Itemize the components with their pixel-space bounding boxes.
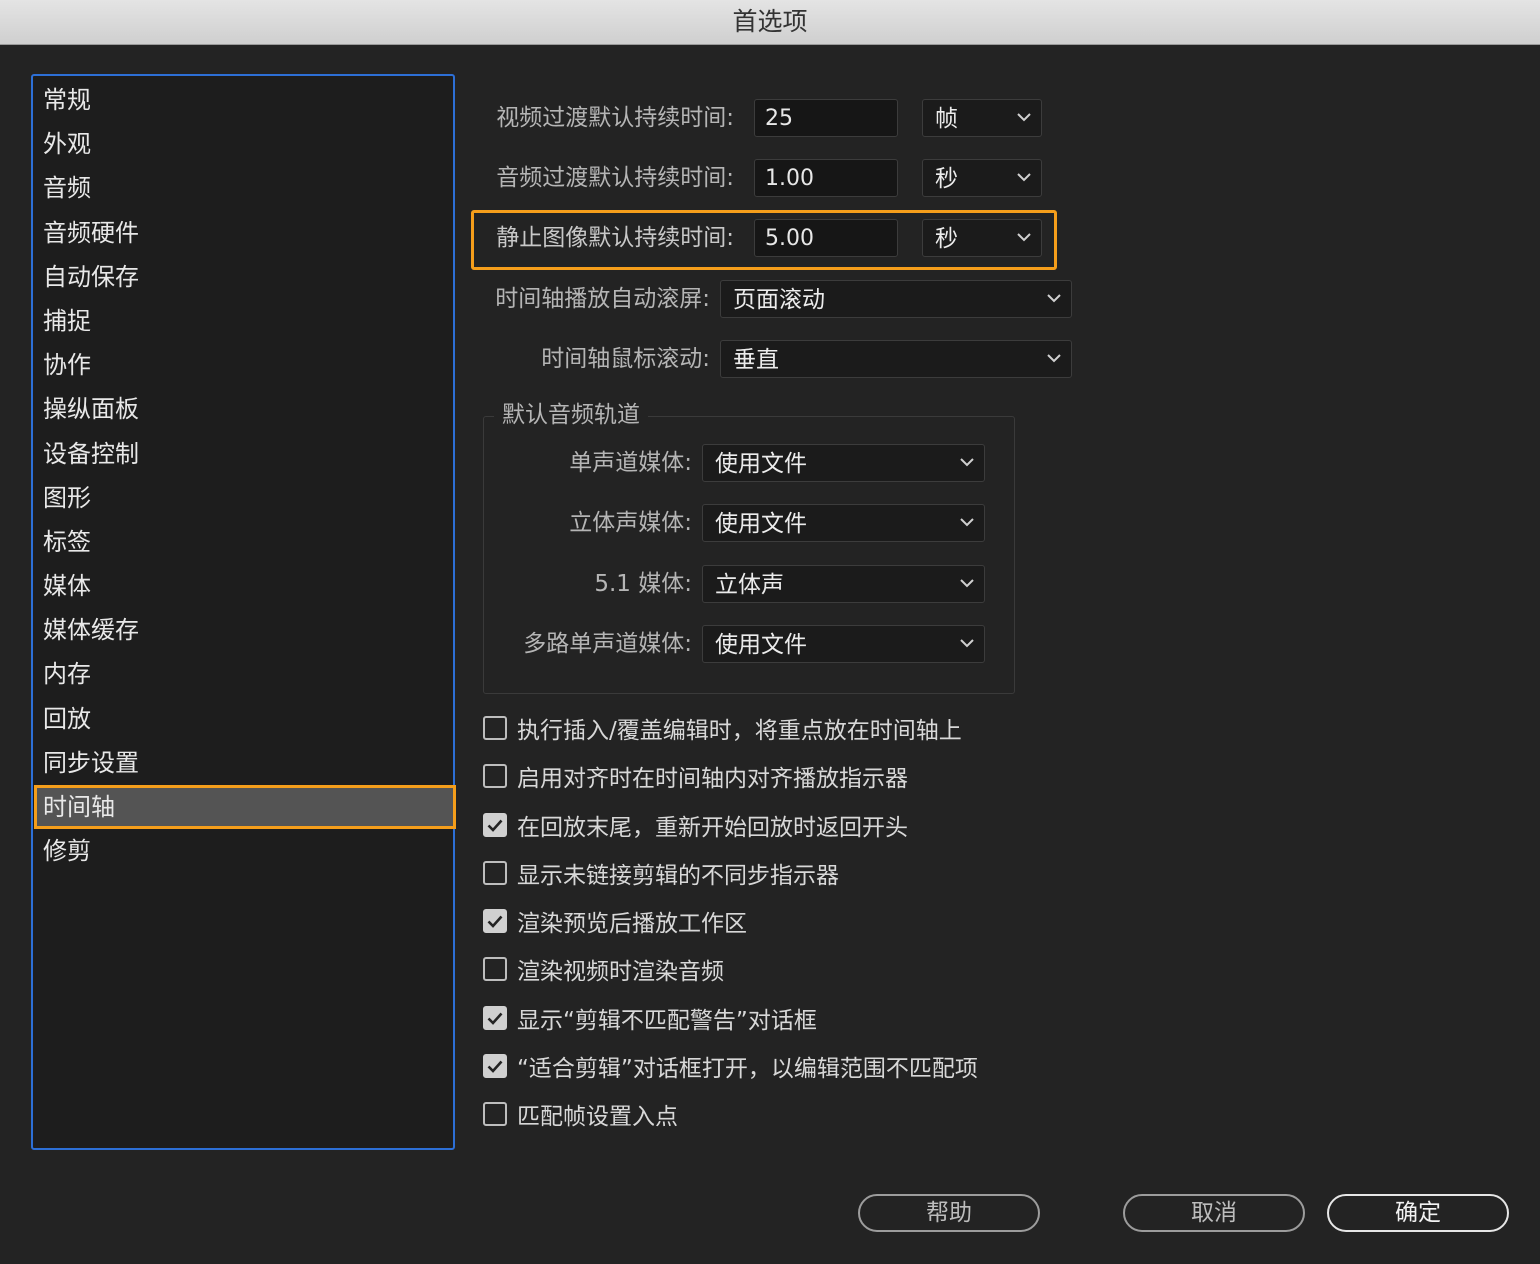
sidebar-item-media[interactable]: 媒体 bbox=[33, 564, 453, 608]
checkbox-render-audio-with-video[interactable]: 渲染视频时渲染音频 bbox=[483, 949, 724, 989]
checkmark-icon bbox=[487, 1012, 503, 1025]
sidebar-item-control-surface[interactable]: 操纵面板 bbox=[33, 387, 453, 431]
checkbox-box[interactable] bbox=[483, 764, 507, 788]
checkbox-label: 匹配帧设置入点 bbox=[517, 1104, 678, 1130]
checkbox-snap-playhead[interactable]: 启用对齐时在时间轴内对齐播放指示器 bbox=[483, 756, 908, 796]
still-image-duration-input[interactable]: 5.00 bbox=[754, 219, 898, 257]
chevron-down-icon bbox=[1017, 100, 1031, 122]
checkbox-clip-mismatch-warning[interactable]: 显示“剪辑不匹配警告”对话框 bbox=[483, 998, 817, 1038]
sidebar-item-audio-hardware[interactable]: 音频硬件 bbox=[33, 211, 453, 255]
checkbox-box[interactable] bbox=[483, 1102, 507, 1126]
checkbox-box[interactable] bbox=[483, 957, 507, 981]
mono-media-value: 使用文件 bbox=[715, 451, 807, 477]
checkbox-box[interactable] bbox=[483, 1006, 507, 1030]
surround-media-select[interactable]: 立体声 bbox=[702, 565, 985, 603]
checkbox-label: 渲染预览后播放工作区 bbox=[517, 911, 747, 937]
sidebar-item-sync-settings[interactable]: 同步设置 bbox=[33, 741, 453, 785]
chevron-down-icon bbox=[1047, 281, 1061, 303]
chevron-down-icon bbox=[1047, 341, 1061, 363]
checkbox-label: “适合剪辑”对话框打开，以编辑范围不匹配项 bbox=[517, 1056, 978, 1082]
chevron-down-icon bbox=[1017, 160, 1031, 182]
video-transition-label: 视频过渡默认持续时间: bbox=[496, 105, 734, 131]
checkbox-focus-timeline-on-edit[interactable]: 执行插入/覆盖编辑时，将重点放在时间轴上 bbox=[483, 708, 962, 748]
ok-button[interactable]: 确定 bbox=[1327, 1194, 1509, 1232]
checkbox-box[interactable] bbox=[483, 909, 507, 933]
sidebar-item-memory[interactable]: 内存 bbox=[33, 652, 453, 696]
sidebar-item-capture[interactable]: 捕捉 bbox=[33, 299, 453, 343]
default-audio-tracks-title: 默认音频轨道 bbox=[494, 398, 648, 432]
checkbox-label: 执行插入/覆盖编辑时，将重点放在时间轴上 bbox=[517, 718, 962, 744]
audio-transition-input[interactable]: 1.00 bbox=[754, 159, 898, 197]
sidebar-item-playback[interactable]: 回放 bbox=[33, 697, 453, 741]
cancel-button[interactable]: 取消 bbox=[1123, 1194, 1305, 1232]
sidebar-item-general[interactable]: 常规 bbox=[33, 78, 453, 122]
sidebar-item-appearance[interactable]: 外观 bbox=[33, 122, 453, 166]
checkbox-label: 渲染视频时渲染音频 bbox=[517, 959, 724, 985]
mono-media-select[interactable]: 使用文件 bbox=[702, 444, 985, 482]
help-button[interactable]: 帮助 bbox=[858, 1194, 1040, 1232]
audio-transition-unit-value: 秒 bbox=[935, 166, 958, 192]
sidebar-item-labels[interactable]: 标签 bbox=[33, 520, 453, 564]
still-image-unit-select[interactable]: 秒 bbox=[922, 219, 1042, 257]
checkmark-icon bbox=[487, 819, 503, 832]
chevron-down-icon bbox=[960, 566, 974, 588]
mouse-scroll-value: 垂直 bbox=[733, 347, 779, 373]
multimono-media-value: 使用文件 bbox=[715, 632, 807, 658]
sidebar-item-collaboration[interactable]: 协作 bbox=[33, 343, 453, 387]
checkbox-out-of-sync-indicators[interactable]: 显示未链接剪辑的不同步指示器 bbox=[483, 853, 839, 893]
checkbox-box[interactable] bbox=[483, 861, 507, 885]
multimono-media-select[interactable]: 使用文件 bbox=[702, 625, 985, 663]
autoscroll-value: 页面滚动 bbox=[733, 287, 825, 313]
video-transition-unit-select[interactable]: 帧 bbox=[922, 99, 1042, 137]
sidebar-item-media-cache[interactable]: 媒体缓存 bbox=[33, 608, 453, 652]
checkbox-match-frame-sets-in[interactable]: 匹配帧设置入点 bbox=[483, 1094, 678, 1134]
checkbox-label: 在回放末尾，重新开始回放时返回开头 bbox=[517, 815, 908, 841]
checkbox-fit-clip-dialog[interactable]: “适合剪辑”对话框打开，以编辑范围不匹配项 bbox=[483, 1046, 978, 1086]
checkbox-label: 显示未链接剪辑的不同步指示器 bbox=[517, 863, 839, 889]
autoscroll-label: 时间轴播放自动滚屏: bbox=[495, 286, 710, 312]
chevron-down-icon bbox=[960, 505, 974, 527]
stereo-media-value: 使用文件 bbox=[715, 511, 807, 537]
sidebar-item-device-control[interactable]: 设备控制 bbox=[33, 432, 453, 476]
audio-transition-unit-select[interactable]: 秒 bbox=[922, 159, 1042, 197]
multimono-media-label: 多路单声道媒体: bbox=[523, 631, 692, 657]
audio-transition-label: 音频过渡默认持续时间: bbox=[496, 165, 734, 191]
stereo-media-select[interactable]: 使用文件 bbox=[702, 504, 985, 542]
preferences-category-list[interactable]: 常规 外观 音频 音频硬件 自动保存 捕捉 协作 操纵面板 设备控制 图形 标签… bbox=[31, 74, 456, 1150]
checkbox-label: 显示“剪辑不匹配警告”对话框 bbox=[517, 1008, 817, 1034]
surround-media-value: 立体声 bbox=[715, 572, 784, 598]
sidebar-item-timeline[interactable]: 时间轴 bbox=[34, 785, 456, 830]
checkbox-box[interactable] bbox=[483, 716, 507, 740]
sidebar-item-trim[interactable]: 修剪 bbox=[33, 829, 453, 873]
sidebar-item-graphics[interactable]: 图形 bbox=[33, 476, 453, 520]
checkmark-icon bbox=[487, 1060, 503, 1073]
checkbox-box[interactable] bbox=[483, 813, 507, 837]
chevron-down-icon bbox=[960, 626, 974, 648]
window-title: 首选项 bbox=[0, 0, 1540, 45]
checkbox-box[interactable] bbox=[483, 1054, 507, 1078]
checkbox-play-work-area-after-render[interactable]: 渲染预览后播放工作区 bbox=[483, 901, 747, 941]
checkmark-icon bbox=[487, 915, 503, 928]
checkbox-label: 启用对齐时在时间轴内对齐播放指示器 bbox=[517, 766, 908, 792]
mouse-scroll-label: 时间轴鼠标滚动: bbox=[541, 346, 710, 372]
mono-media-label: 单声道媒体: bbox=[569, 450, 692, 476]
sidebar-item-audio[interactable]: 音频 bbox=[33, 166, 453, 210]
stereo-media-label: 立体声媒体: bbox=[569, 510, 692, 536]
autoscroll-select[interactable]: 页面滚动 bbox=[720, 280, 1072, 318]
surround-media-label: 5.1 媒体: bbox=[594, 571, 692, 597]
video-transition-input[interactable]: 25 bbox=[754, 99, 898, 137]
still-image-unit-value: 秒 bbox=[935, 226, 958, 252]
sidebar-item-autosave[interactable]: 自动保存 bbox=[33, 255, 453, 299]
checkbox-return-to-start[interactable]: 在回放末尾，重新开始回放时返回开头 bbox=[483, 805, 908, 845]
chevron-down-icon bbox=[1017, 220, 1031, 242]
mouse-scroll-select[interactable]: 垂直 bbox=[720, 340, 1072, 378]
video-transition-unit-value: 帧 bbox=[935, 106, 958, 132]
chevron-down-icon bbox=[960, 445, 974, 467]
still-image-duration-label: 静止图像默认持续时间: bbox=[496, 225, 734, 251]
